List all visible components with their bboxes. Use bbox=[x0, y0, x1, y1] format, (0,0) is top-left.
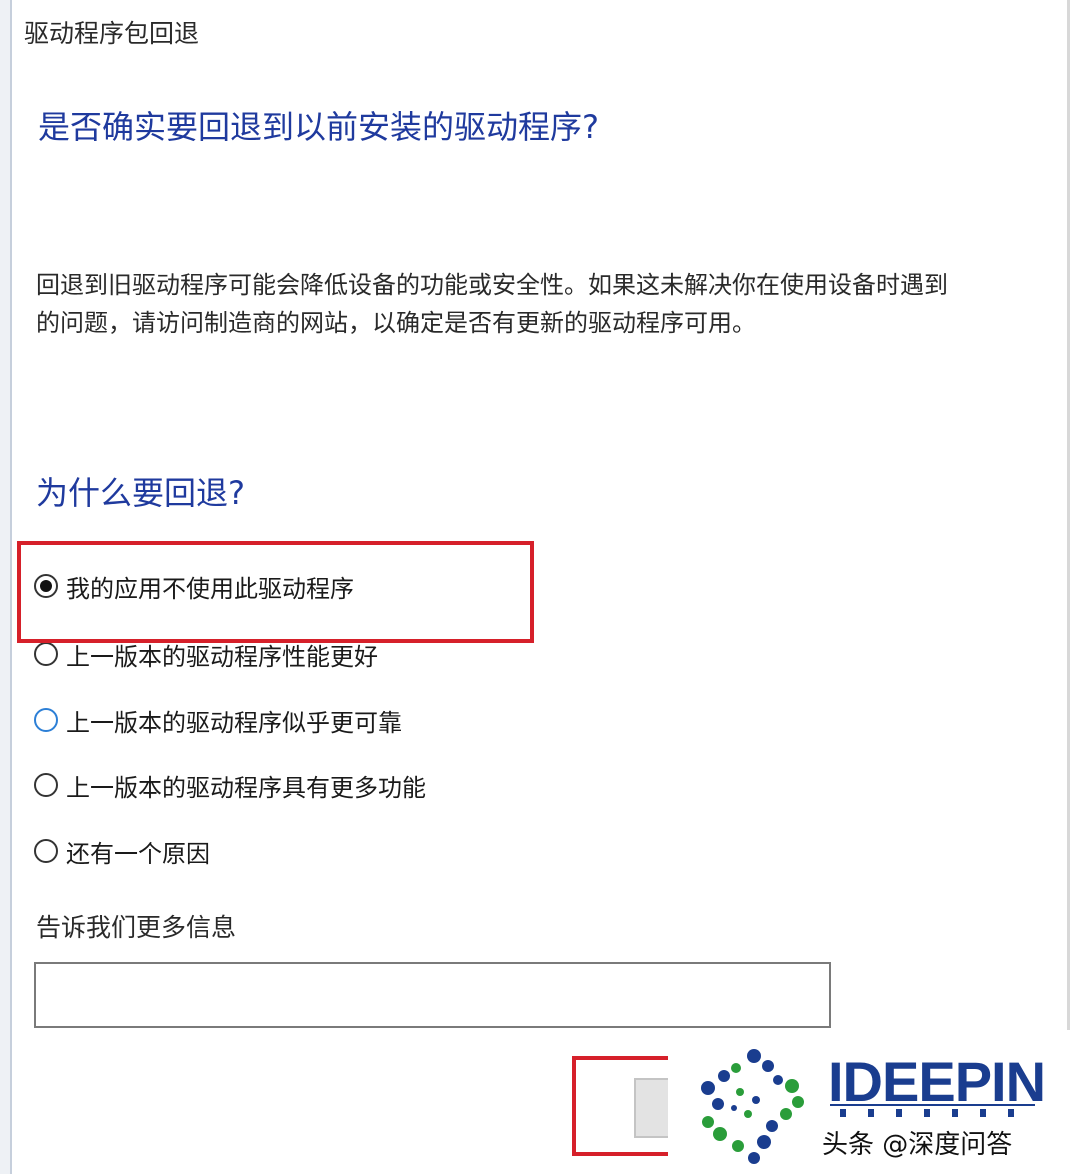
reason-label: 上一版本的驱动程序具有更多功能 bbox=[66, 773, 426, 802]
why-rollback-heading: 为什么要回退? bbox=[36, 474, 245, 512]
radio-button[interactable] bbox=[34, 773, 58, 797]
ideepin-logo-text: IDEEPIN bbox=[828, 1050, 1046, 1113]
ideepin-logo-icon bbox=[701, 1049, 804, 1164]
dialog-title: 驱动程序包回退 bbox=[24, 19, 200, 48]
logo-stripe-graphic bbox=[830, 1104, 1035, 1117]
reason-label: 上一版本的驱动程序似乎更可靠 bbox=[66, 708, 402, 737]
reason-option-other-reason[interactable]: 还有一个原因 bbox=[34, 831, 210, 871]
reason-option-more-features[interactable]: 上一版本的驱动程序具有更多功能 bbox=[34, 765, 426, 805]
window-left-border bbox=[0, 0, 12, 1174]
red-highlight-box-selected-option bbox=[17, 541, 534, 643]
more-info-input[interactable] bbox=[34, 962, 831, 1028]
red-highlight-box-button bbox=[572, 1056, 672, 1156]
radio-button[interactable] bbox=[34, 642, 58, 666]
reason-label: 还有一个原因 bbox=[66, 839, 210, 868]
description-text: 回退到旧驱动程序可能会降低设备的功能或安全性。如果这未解决你在使用设备时遇到的问… bbox=[36, 271, 948, 337]
main-question-heading: 是否确实要回退到以前安装的驱动程序? bbox=[38, 108, 599, 146]
radio-button[interactable] bbox=[34, 839, 58, 863]
reason-option-more-reliable[interactable]: 上一版本的驱动程序似乎更可靠 bbox=[34, 700, 402, 740]
radio-button[interactable] bbox=[34, 708, 58, 732]
more-info-label: 告诉我们更多信息 bbox=[36, 913, 237, 942]
toutiao-watermark: 头条 @深度问答 bbox=[822, 1130, 1013, 1160]
